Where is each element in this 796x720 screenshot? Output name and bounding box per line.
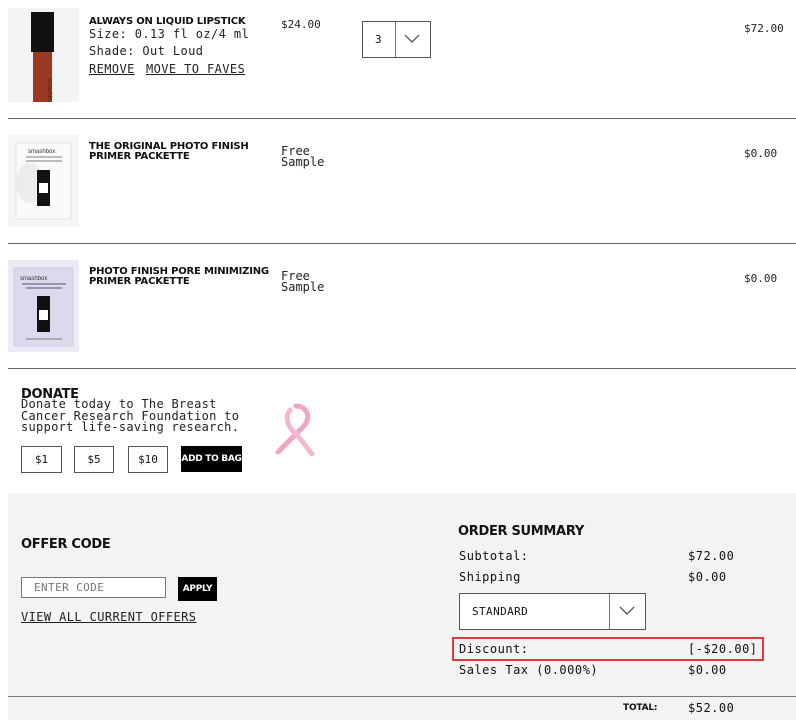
lipstick-image[interactable]: smashbox [8,8,79,102]
primer-packette-image[interactable]: smashbox [8,135,79,227]
add-to-bag-button[interactable]: ADD TO BAG [181,446,242,472]
donate-text: Donate today to The Breast Cancer Resear… [21,397,240,434]
divider [8,243,796,244]
subtotal-value: $72.00 [688,549,735,563]
sales-tax-value: $0.00 [688,663,727,677]
svg-text:smashbox: smashbox [28,149,55,155]
item-size: Size: 0.13 fl oz/4 ml [89,27,250,41]
item-shade: Shade: Out Loud [89,44,204,58]
remove-link[interactable]: REMOVE [89,63,135,75]
subtotal-label: Subtotal: [459,549,529,563]
shipping-value: $0.00 [688,570,727,584]
shipping-method-value: STANDARD [472,605,529,618]
divider [8,368,796,369]
pink-ribbon-icon [275,403,315,457]
total-label: TOTAL: [623,703,658,713]
view-all-offers-link[interactable]: VIEW ALL CURRENT OFFERS [21,611,196,623]
item-total: $0.00 [744,272,778,285]
checkout-panel [8,493,796,720]
sample-label: Sample [281,280,325,294]
divider [8,118,796,119]
sales-tax-label: Sales Tax (0.000%) [459,663,599,677]
quantity-select[interactable]: 3 [362,21,431,58]
quantity-value: 3 [375,33,382,46]
apply-button[interactable]: APPLY [178,577,217,601]
item-total: $0.00 [744,147,778,160]
sample-label: Sample [281,155,325,169]
offer-code-input[interactable] [21,577,166,598]
move-to-faves-link[interactable]: MOVE TO FAVES [146,63,245,75]
discount-label: Discount: [459,642,529,656]
pore-primer-packette-image[interactable]: smashbox [8,260,79,352]
donate-1-button[interactable]: $1 [21,446,62,473]
item-price: $24.00 [281,18,321,31]
order-summary-title: ORDER SUMMARY [458,524,584,539]
chevron-down-icon [404,34,420,43]
item-name[interactable]: ALWAYS ON LIQUID LIPSTICK [89,17,246,27]
offer-code-title: OFFER CODE [21,537,111,552]
item-total: $72.00 [744,22,784,35]
svg-text:smashbox: smashbox [20,276,47,282]
item-name[interactable]: PHOTO FINISH PORE MINIMIZING PRIMER PACK… [89,267,279,287]
shipping-label: Shipping [459,570,521,584]
total-value: $52.00 [688,701,735,715]
donate-10-button[interactable]: $10 [128,446,168,473]
donate-5-button[interactable]: $5 [74,446,114,473]
svg-text:smashbox: smashbox [46,78,52,102]
item-name[interactable]: THE ORIGINAL PHOTO FINISH PRIMER PACKETT… [89,142,259,162]
discount-value: [-$20.00] [688,642,758,656]
divider [8,696,796,697]
chevron-down-icon [619,606,635,615]
shipping-method-select[interactable]: STANDARD [459,593,646,630]
